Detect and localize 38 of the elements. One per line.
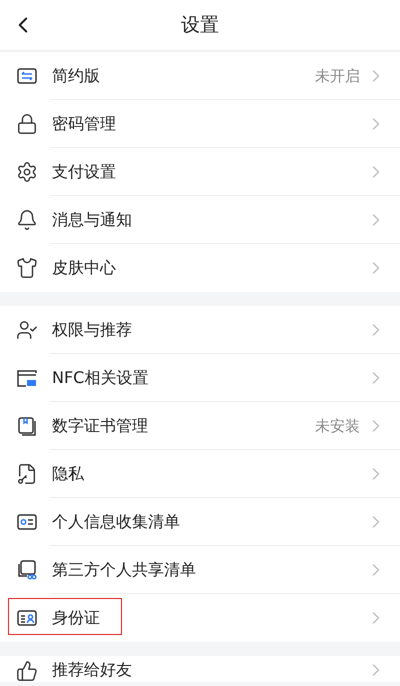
settings-row[interactable]: 权限与推荐 [0,306,400,354]
row-label: 数字证书管理 [52,416,149,436]
row-label: 支付设置 [52,162,117,182]
lock-icon [16,113,38,135]
row-value: 未开启 [315,66,360,86]
settings-row[interactable]: 支付设置 [0,148,400,196]
row-value: 未安装 [315,416,360,436]
row-label: 皮肤中心 [52,258,117,278]
row-label: 推荐给好友 [52,660,133,681]
row-label: 隐私 [52,464,85,484]
user-check-icon [16,319,38,341]
documents-icon [16,559,38,581]
shirt-icon [16,257,38,279]
settings-icon [16,161,38,183]
settings-row[interactable]: 第三方个人共享清单 [0,546,400,594]
bell-icon [16,209,38,231]
row-label: 简约版 [52,66,101,86]
document-key-icon [16,463,38,485]
settings-row[interactable]: 皮肤中心 [0,244,400,292]
settings-row[interactable]: 密码管理 [0,100,400,148]
settings-row[interactable]: 隐私 [0,450,400,498]
page-title: 设置 [181,13,219,38]
row-label: 个人信息收集清单 [52,512,181,532]
settings-row[interactable]: 身份证 [0,594,400,642]
settings-row[interactable]: NFC相关设置 [0,354,400,402]
certificate-icon [16,415,38,437]
settings-row[interactable]: 简约版 未开启 [0,52,400,100]
settings-row[interactable]: 个人信息收集清单 [0,498,400,546]
settings-row[interactable]: 推荐给好友 [0,656,400,682]
row-label: 消息与通知 [52,210,133,230]
row-label: 身份证 [52,608,101,628]
row-label: 权限与推荐 [52,320,133,340]
row-label: NFC相关设置 [52,368,150,388]
row-label: 第三方个人共享清单 [52,560,197,580]
settings-row[interactable]: 数字证书管理 未安装 [0,402,400,450]
settings-row[interactable]: 消息与通知 [0,196,400,244]
thumbs-up-icon [16,660,38,682]
row-label: 密码管理 [52,114,117,134]
